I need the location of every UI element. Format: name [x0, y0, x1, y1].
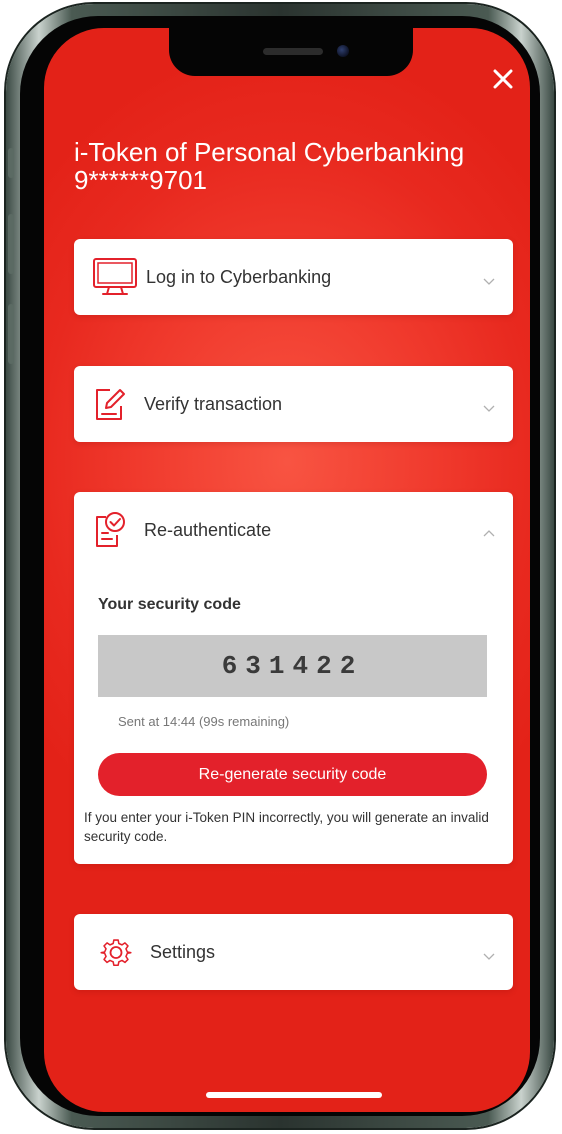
- chevron-down-icon: [483, 398, 495, 412]
- speaker: [263, 48, 323, 55]
- monitor-icon: [92, 239, 138, 315]
- verify-card-label: Verify transaction: [144, 394, 283, 414]
- volume-up-button: [8, 214, 14, 274]
- action-button: [8, 148, 14, 178]
- settings-card-header[interactable]: Settings: [74, 914, 513, 990]
- login-card-label: Log in to Cyberbanking: [146, 267, 332, 287]
- regenerate-code-button[interactable]: Re-generate security code: [98, 753, 487, 796]
- login-card: Log in to Cyberbanking: [74, 239, 513, 315]
- chevron-down-icon: [483, 271, 495, 285]
- account-number: 9******9701: [74, 165, 208, 195]
- home-indicator[interactable]: [206, 1092, 382, 1098]
- security-code-display: 631422: [98, 635, 487, 697]
- verify-card: Verify transaction: [74, 366, 513, 442]
- settings-card: Settings: [74, 914, 513, 990]
- login-card-header[interactable]: Log in to Cyberbanking: [74, 239, 513, 315]
- document-check-icon: [94, 492, 126, 568]
- reauth-card-label: Re-authenticate: [144, 520, 272, 540]
- reauth-card: Re-authenticate Your security code 63142…: [74, 492, 513, 864]
- code-sent-status: Sent at 14:44 (99s remaining): [118, 714, 290, 729]
- app-screen: i-Token of Personal Cyberbanking 9******…: [44, 28, 530, 1112]
- edit-document-icon: [94, 366, 126, 442]
- security-code-title: Your security code: [98, 596, 241, 613]
- settings-card-label: Settings: [150, 942, 216, 962]
- verify-card-header[interactable]: Verify transaction: [74, 366, 513, 442]
- reauth-card-header[interactable]: Re-authenticate: [74, 492, 513, 568]
- pin-warning-note: If you enter your i-Token PIN incorrectl…: [84, 810, 489, 844]
- gear-icon: [100, 914, 132, 990]
- page-title-line1: i-Token of Personal Cyberbanking: [74, 137, 465, 167]
- chevron-down-icon: [483, 946, 495, 960]
- phone-frame: i-Token of Personal Cyberbanking 9******…: [6, 4, 554, 1128]
- chevron-up-icon: [483, 524, 495, 537]
- camera-icon: [337, 45, 349, 57]
- notch: [169, 28, 413, 76]
- close-icon[interactable]: [490, 66, 516, 92]
- page-title: i-Token of Personal Cyberbanking 9******…: [74, 138, 504, 194]
- volume-down-button: [8, 304, 14, 364]
